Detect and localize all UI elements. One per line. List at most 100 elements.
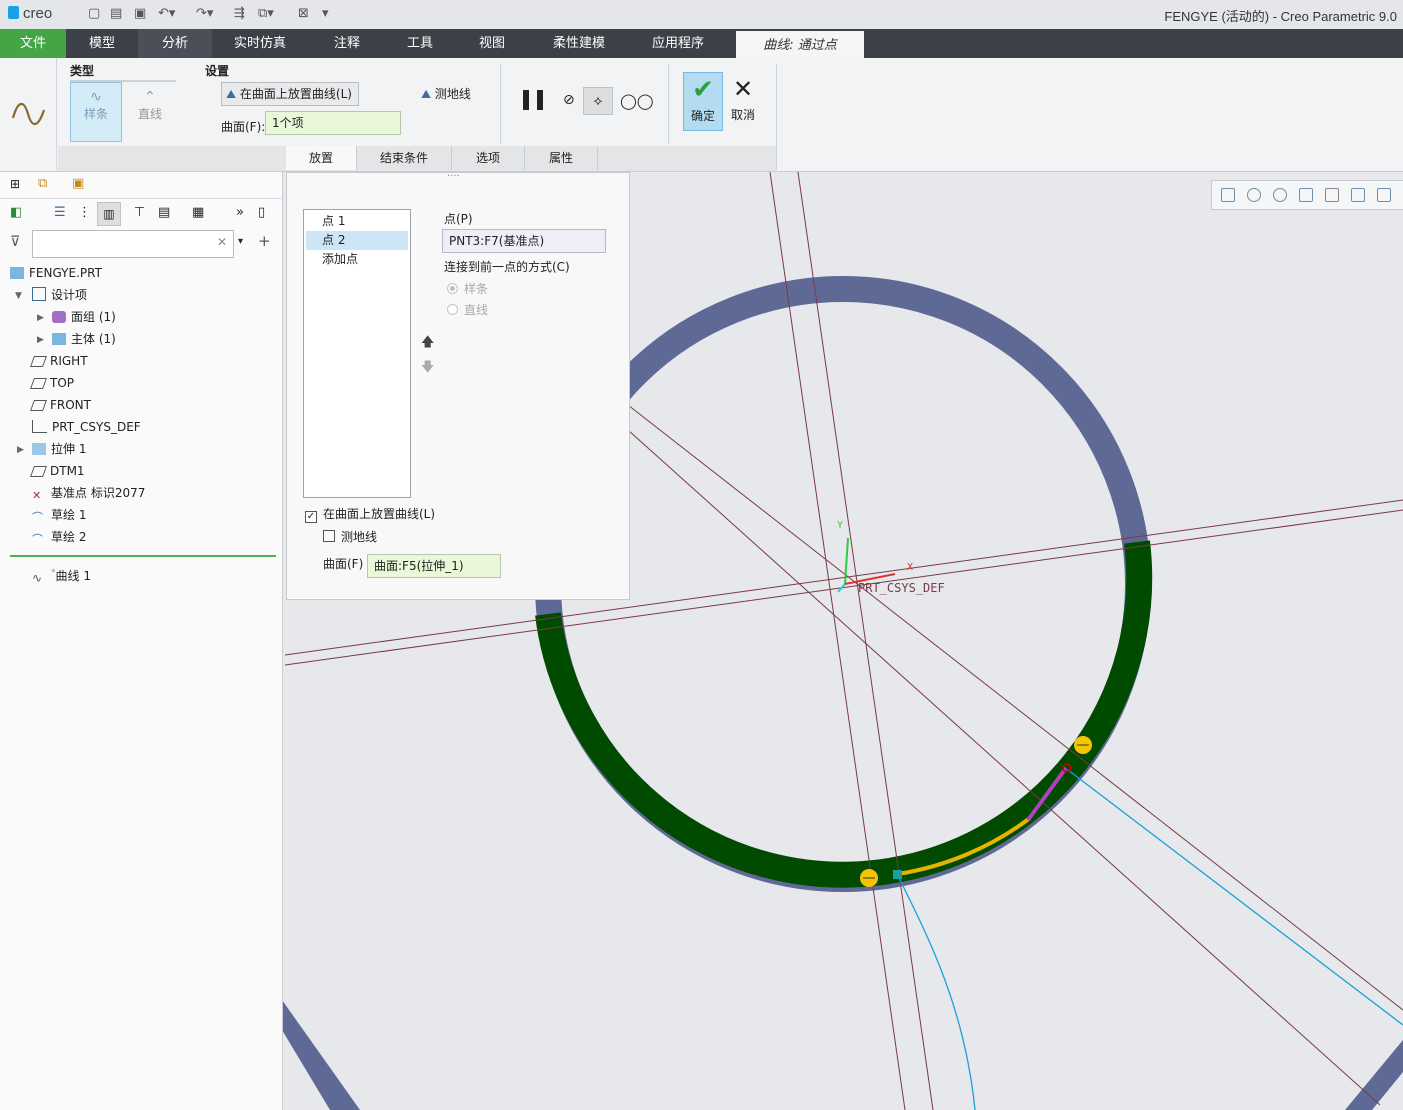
menu-tools[interactable]: 工具	[386, 29, 454, 58]
list-item-point1[interactable]: 点 1	[306, 212, 408, 231]
menu-model[interactable]: 模型	[66, 29, 138, 58]
place-on-surface-button[interactable]: ⛰ 在曲面上放置曲线(L)	[221, 82, 359, 106]
part-icon	[10, 267, 24, 279]
expand-icon[interactable]: ▶	[17, 445, 24, 455]
menu-annotate[interactable]: 注释	[308, 29, 386, 58]
tab-curve-through-points[interactable]: 曲线: 通过点	[736, 29, 864, 58]
tree-item-design-items[interactable]: 设计项	[32, 285, 87, 305]
tree-item-curve1[interactable]: ∿ *曲线 1	[32, 563, 91, 584]
close-window-icon[interactable]: ⊠	[298, 6, 309, 21]
tree-root[interactable]: FENGYE.PRT	[10, 263, 102, 283]
tree-search-input[interactable]: ✕	[32, 230, 234, 258]
add-icon[interactable]: +	[258, 232, 271, 250]
clear-icon[interactable]: ✕	[217, 235, 227, 249]
point-collector[interactable]: PNT3:F7(基准点)	[442, 229, 606, 253]
more-icon[interactable]: »	[236, 205, 244, 220]
radio-line[interactable]: 直线	[447, 301, 488, 318]
move-up-icon[interactable]: 🡅	[421, 333, 434, 355]
layers-icon[interactable]: ▦	[192, 205, 204, 220]
document-icon[interactable]: ▯	[258, 205, 265, 220]
folder-browser-tab-icon[interactable]: ⧉	[38, 176, 47, 191]
tree-item-sketch1[interactable]: ⌒ 草绘 1	[32, 505, 86, 525]
start-point-marker[interactable]	[893, 870, 902, 879]
cancel-button[interactable]: ✕ 取消	[726, 72, 760, 129]
tree-item-sketch2[interactable]: ⌒ 草绘 2	[32, 527, 86, 547]
customize-dropdown-icon[interactable]: ▾	[322, 6, 329, 21]
tree-item-front[interactable]: FRONT	[29, 395, 91, 415]
expand-icon[interactable]: ▶	[37, 313, 44, 323]
surface-collector[interactable]: 1个项	[265, 111, 401, 135]
tree-columns-icon[interactable]: ⋮	[78, 205, 91, 220]
display-style-icon[interactable]	[1325, 188, 1339, 202]
zoom-in-icon[interactable]	[1247, 188, 1261, 202]
view-manager-icon[interactable]	[1377, 188, 1391, 202]
tree-item-dtm1[interactable]: DTM1	[29, 461, 85, 481]
search-dropdown-icon[interactable]: ▾	[238, 236, 243, 247]
tree-item-datum-point[interactable]: ✕ 基准点 标识2077	[32, 483, 145, 503]
zoom-out-icon[interactable]	[1273, 188, 1287, 202]
radio-icon	[447, 283, 458, 294]
tree-list-icon[interactable]: ☰	[54, 205, 66, 220]
datum-plane-icon	[29, 466, 48, 477]
save-icon[interactable]: ▣	[134, 6, 146, 21]
ok-label: 确定	[690, 109, 715, 123]
tab-properties[interactable]: 属性	[525, 146, 598, 170]
divider	[668, 64, 669, 144]
csys-icon	[32, 420, 47, 433]
tree-item-bodies[interactable]: 主体 (1)	[52, 329, 116, 349]
tree-settings-icon[interactable]: ▥	[97, 202, 121, 226]
model-tree-tab-icon[interactable]: ⊞	[10, 177, 20, 191]
no-preview-icon[interactable]: ⊘	[563, 92, 575, 108]
tree-filter-icon[interactable]: ⊤	[134, 205, 145, 220]
geodesic-button[interactable]: ⛰ 测地线	[421, 85, 471, 102]
surface-field[interactable]: 曲面:F5(拉伸_1)	[367, 554, 501, 578]
collapse-icon[interactable]: ▼	[15, 291, 22, 301]
redo-icon[interactable]: ↷▾	[196, 6, 213, 21]
menu-file[interactable]: 文件	[0, 29, 66, 58]
list-item-add-point[interactable]: 添加点	[306, 250, 408, 269]
move-down-icon[interactable]: 🡇	[421, 358, 434, 380]
new-file-icon[interactable]: ▢	[88, 6, 100, 21]
menu-analysis[interactable]: 分析	[138, 29, 212, 58]
radio-spline[interactable]: 样条	[447, 280, 488, 297]
panel-grip[interactable]: ····	[447, 171, 460, 182]
windows-icon[interactable]: ⧉▾	[258, 6, 274, 21]
geodesic-checkbox[interactable]: 测地线	[323, 528, 377, 545]
menu-live-simulation[interactable]: 实时仿真	[212, 29, 308, 58]
open-file-icon[interactable]: ▤	[110, 6, 122, 21]
menu-applications[interactable]: 应用程序	[628, 29, 728, 58]
spline-type-button[interactable]: ∿ 样条	[70, 82, 122, 142]
points-list[interactable]: 点 1 点 2 添加点	[303, 209, 411, 498]
tree-item-top[interactable]: TOP	[29, 373, 74, 393]
preview-icon[interactable]: ⟡	[583, 87, 613, 115]
line-type-button[interactable]: ⌃ 直线	[124, 82, 176, 142]
tree-item-right[interactable]: RIGHT	[29, 351, 88, 371]
regenerate-icon[interactable]: ⇶	[234, 6, 245, 21]
expand-icon[interactable]: ▶	[37, 335, 44, 345]
place-on-surface-checkbox[interactable]: ✓ 在曲面上放置曲线(L)	[305, 505, 435, 523]
ok-button[interactable]: ✔ 确定	[683, 72, 723, 131]
undo-icon[interactable]: ↶▾	[158, 6, 175, 21]
tree-item-csys[interactable]: PRT_CSYS_DEF	[32, 417, 141, 437]
datum-plane-icon	[29, 400, 48, 411]
spline-type-label: 样条	[83, 107, 108, 121]
refit-icon[interactable]	[1221, 188, 1235, 202]
glasses-icon[interactable]: ◯◯	[620, 92, 654, 110]
sketch-icon: ⌒	[32, 533, 43, 546]
tab-placement[interactable]: 放置	[286, 146, 357, 170]
tree-label: PRT_CSYS_DEF	[52, 420, 141, 434]
tab-end-conditions[interactable]: 结束条件	[357, 146, 452, 170]
insert-indicator[interactable]	[10, 555, 276, 557]
list-item-point2[interactable]: 点 2	[306, 231, 408, 250]
saved-views-icon[interactable]	[1351, 188, 1365, 202]
tree-item-extrude[interactable]: 拉伸 1	[32, 439, 86, 459]
tab-options[interactable]: 选项	[452, 146, 525, 170]
body-icon[interactable]: ◧	[10, 205, 22, 220]
pause-icon[interactable]	[523, 90, 529, 110]
menu-flexible-modeling[interactable]: 柔性建模	[530, 29, 628, 58]
tree-item-quilts[interactable]: 面组 (1)	[52, 307, 116, 327]
repaint-icon[interactable]	[1299, 188, 1313, 202]
favorites-tab-icon[interactable]: ▣	[72, 176, 84, 191]
menu-view[interactable]: 视图	[454, 29, 530, 58]
show-icon[interactable]: ▤	[158, 205, 170, 220]
